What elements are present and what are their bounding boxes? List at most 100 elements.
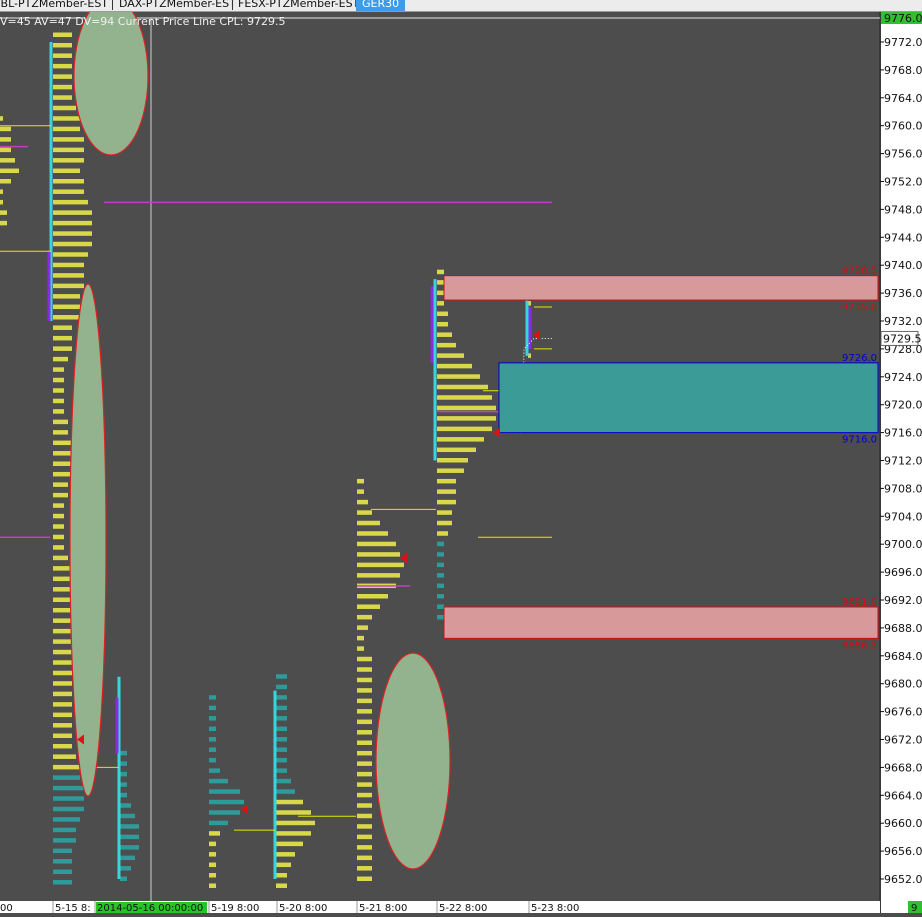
tpo-row <box>53 796 84 801</box>
tpo-row <box>437 604 444 609</box>
tpo-row <box>209 841 216 847</box>
tpo-row <box>53 451 72 456</box>
tpo-row <box>53 168 80 174</box>
tpo-row <box>53 471 72 477</box>
tpo-row <box>209 726 216 732</box>
tpo-row <box>53 723 72 728</box>
tpo-row <box>437 405 496 411</box>
tpo-row <box>437 583 444 589</box>
tpo-row <box>357 552 400 557</box>
tpo-row <box>357 782 372 787</box>
tpo-row <box>209 705 216 711</box>
tpo-row <box>120 855 135 861</box>
tpo-row <box>209 747 216 752</box>
tpo-row <box>53 53 72 58</box>
date-tick-label: 5-20 8:00 <box>279 903 327 913</box>
tpo-row <box>437 353 464 358</box>
price-axis[interactable]: 9772.0 9768.0 9764.0 9760.0 9756.0 9752.0 9748… <box>880 12 922 914</box>
price-tick-label: 9724.0 <box>884 371 922 384</box>
tpo-row <box>53 848 72 854</box>
tpo-row <box>53 827 76 833</box>
tpo-row <box>276 841 303 847</box>
tpo-row <box>53 785 84 791</box>
tpo-row <box>0 126 11 132</box>
tpo-row <box>53 84 72 90</box>
zone-top-label: 9738.5 <box>842 266 877 277</box>
tpo-row <box>357 730 372 735</box>
price-tick-label: 9696.0 <box>884 566 922 579</box>
tpo-row <box>357 866 372 871</box>
zone-bottom-label: 9716.0 <box>842 435 877 446</box>
tpo-row <box>437 478 456 484</box>
tpo-row <box>53 859 72 864</box>
tpo-row <box>53 63 72 69</box>
tpo-row <box>209 862 216 868</box>
tpo-row <box>357 531 388 536</box>
tpo-row <box>437 269 444 275</box>
tab-ger30[interactable]: GER30 <box>356 0 406 11</box>
tpo-row <box>209 757 216 763</box>
price-tick-label: 9664.0 <box>884 789 922 802</box>
tpo-row <box>357 824 372 829</box>
tpo-row <box>437 573 444 578</box>
tpo-row <box>53 513 64 519</box>
price-tick-label: 9732.0 <box>884 315 922 328</box>
price-tick-label: 9676.0 <box>884 706 922 719</box>
tpo-row <box>53 262 84 268</box>
price-tick-label: 9700.0 <box>884 538 922 551</box>
tpo-row <box>53 126 80 132</box>
tab-gbl[interactable]: GBL-PTZMember-EST <box>0 0 108 11</box>
tpo-row <box>276 778 291 784</box>
tpo-row <box>120 845 139 850</box>
tpo-row <box>53 681 72 686</box>
tpo-row <box>53 346 72 351</box>
chart-header-text: V=45 AV=47 DV=94 Current Price Line CPL:… <box>0 15 286 28</box>
tpo-row <box>357 709 372 714</box>
tpo-row <box>276 810 311 815</box>
tab-dax[interactable]: DAX-PTZMember-EST <box>119 0 236 11</box>
price-tick-label: 9760.0 <box>884 120 922 133</box>
tpo-row <box>357 688 372 693</box>
chart-canvas[interactable]: 9738.5 9735.0 9726.0 9716.0 9691.0 9686.5 977… <box>0 0 922 914</box>
tpo-row <box>53 220 92 226</box>
price-tick-label: 9708.0 <box>884 482 922 495</box>
tpo-row <box>437 384 488 390</box>
tpo-row <box>209 789 240 794</box>
tpo-row <box>437 290 444 296</box>
tpo-row <box>357 677 372 683</box>
tpo-row <box>0 137 11 142</box>
price-tick-label: 9680.0 <box>884 678 922 691</box>
tpo-row <box>357 614 372 620</box>
market-profile-chart[interactable]: 9738.5 9735.0 9726.0 9716.0 9691.0 9686.5 977… <box>0 0 922 914</box>
tpo-row <box>357 635 364 641</box>
tpo-row <box>209 820 228 826</box>
tpo-row <box>53 294 80 299</box>
tab-fesx[interactable]: FESX-PTZMember-EST <box>238 0 359 11</box>
tpo-row <box>437 416 496 421</box>
price-tick-label: 9652.0 <box>884 873 922 886</box>
tab-separator <box>232 0 233 10</box>
tpo-row <box>437 458 468 463</box>
tpo-row <box>276 747 287 752</box>
tpo-row <box>437 342 456 348</box>
tpo-row <box>53 869 72 875</box>
tpo-row <box>437 614 444 620</box>
tpo-row <box>209 778 228 784</box>
tpo-row <box>53 199 88 205</box>
tpo-row <box>53 231 92 236</box>
tpo-row <box>53 137 84 142</box>
tpo-row <box>53 587 72 592</box>
tpo-row <box>357 803 372 808</box>
tpo-row <box>276 831 311 836</box>
tpo-row <box>437 332 452 337</box>
price-tick-label: 9668.0 <box>884 761 922 774</box>
date-axis[interactable]: 00 5-15 8: 2014-05-16 00:00:00 5-19 8:00 5-2… <box>0 901 880 914</box>
tpo-row <box>276 726 287 732</box>
zone-bottom-label: 9735.0 <box>842 302 877 313</box>
tpo-row <box>53 492 68 498</box>
tpo-row <box>209 716 216 721</box>
tpo-row <box>357 541 396 547</box>
tpo-row <box>53 754 76 759</box>
tpo-row <box>53 482 68 487</box>
tpo-row <box>357 792 372 798</box>
